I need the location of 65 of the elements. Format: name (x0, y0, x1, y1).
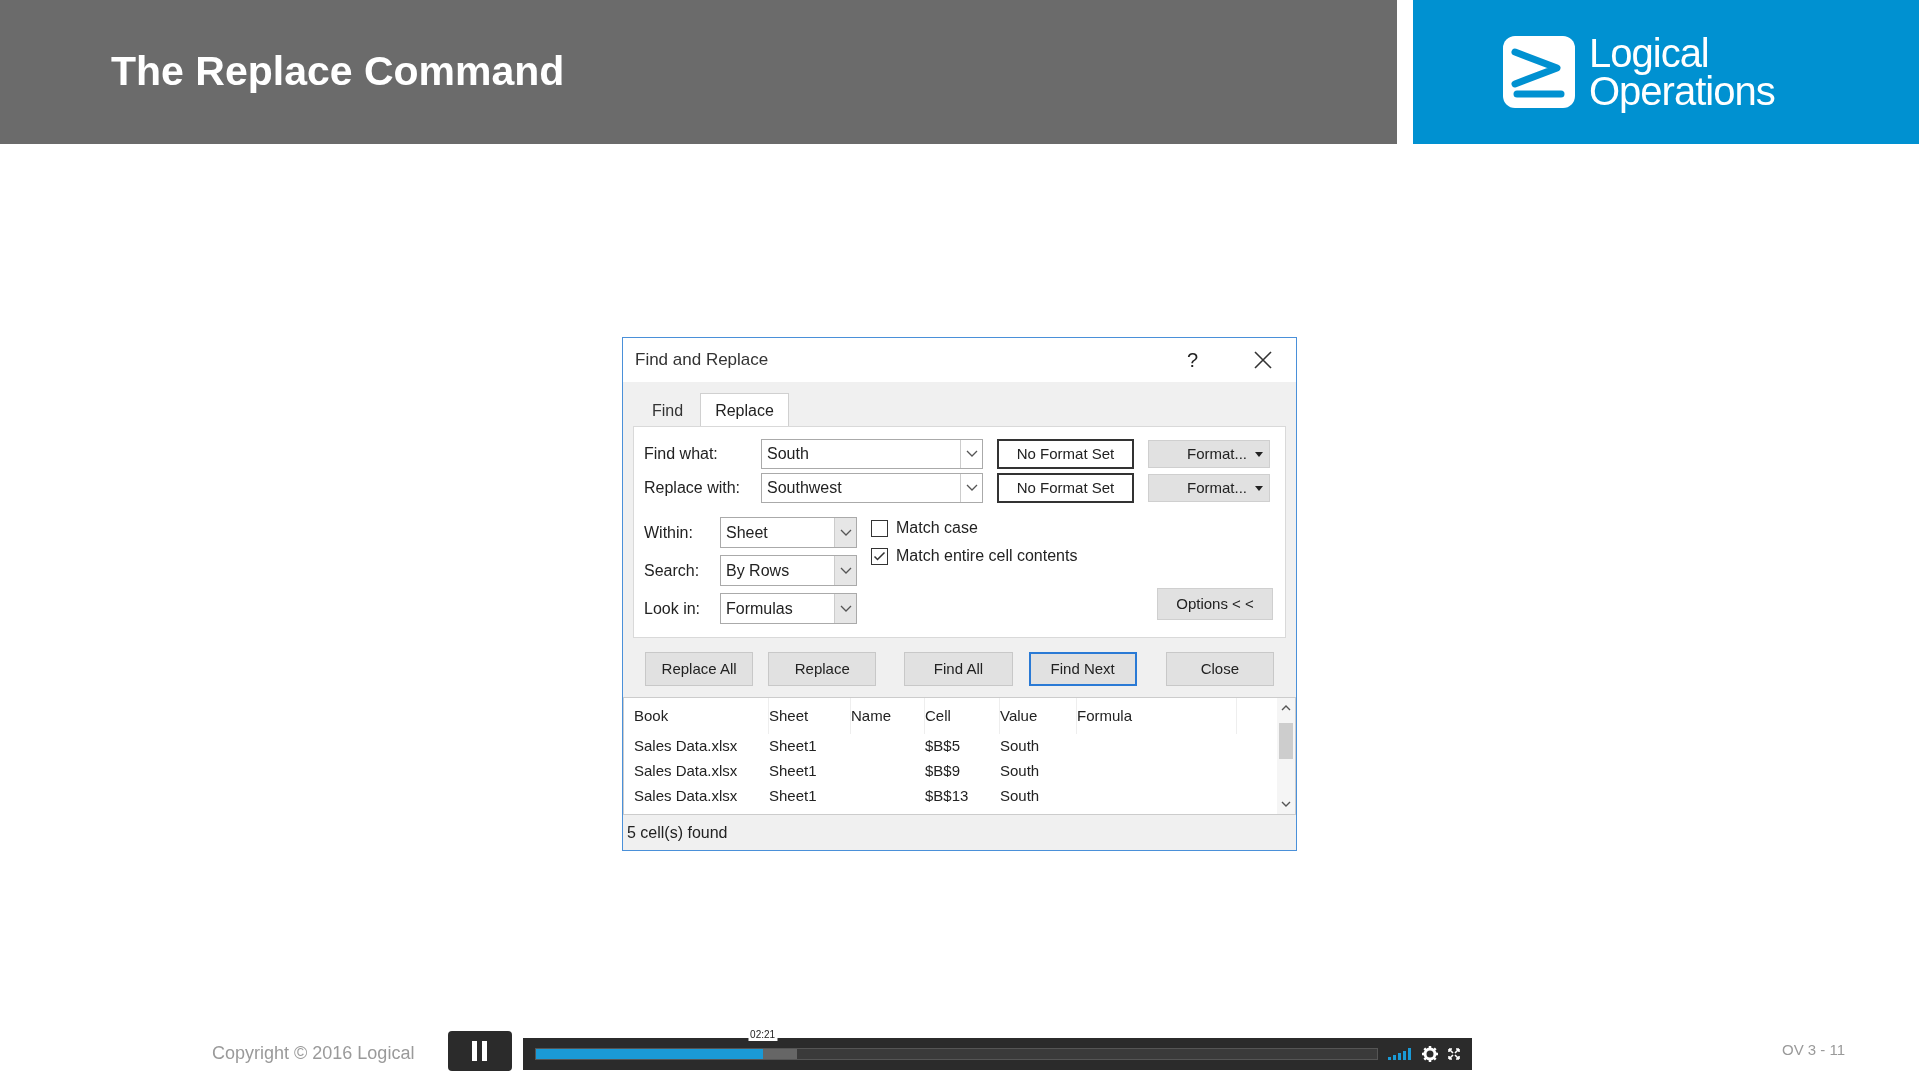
format-button[interactable]: Format... (1148, 440, 1270, 468)
pause-button[interactable] (448, 1031, 512, 1071)
tab[interactable]: Replace (700, 393, 789, 427)
fullscreen-icon[interactable] (1448, 1048, 1460, 1060)
table-cell: Sheet1 (769, 762, 817, 780)
format-button[interactable]: Format... (1148, 474, 1270, 502)
checkbox-label: Match case (896, 518, 978, 538)
table-cell: $B$5 (925, 737, 961, 755)
combo-box[interactable]: South (761, 439, 983, 469)
column-header[interactable]: Value (1000, 698, 1077, 734)
logo-icon (1501, 34, 1577, 110)
column-header[interactable]: Sheet (769, 698, 851, 734)
scroll-up-icon[interactable] (1281, 704, 1291, 711)
table-cell: $B$13 (925, 787, 969, 805)
scroll-down-icon[interactable] (1281, 801, 1291, 808)
slide-title: The Replace Command (111, 47, 565, 97)
caret-icon (1255, 451, 1263, 457)
table-cell: Sales Data.xlsx (634, 762, 738, 780)
format-status: No Format Set (997, 473, 1134, 503)
column-header[interactable]: Formula (1077, 698, 1237, 734)
help-button[interactable]: ? (1186, 345, 1198, 375)
table-cell: Sheet1 (769, 787, 817, 805)
table-cell: $B$9 (925, 762, 961, 780)
table-cell: Sales Data.xlsx (634, 737, 738, 755)
combo-box[interactable]: Southwest (761, 473, 983, 503)
volume-icon[interactable] (1388, 1048, 1412, 1060)
column-header[interactable]: Name (851, 698, 925, 734)
table-cell: Sheet1 (769, 737, 817, 755)
format-status: No Format Set (997, 439, 1134, 469)
checkbox-label: Match entire cell contents (896, 546, 1078, 566)
tab[interactable]: Find (635, 396, 701, 426)
dialog-title: Find and Replace (635, 349, 769, 372)
time-tooltip: 02:21 (748, 1029, 778, 1041)
page-number: OV 3 - 11 (1782, 1040, 1846, 1060)
field-label: Find what: (644, 444, 719, 464)
dropdown[interactable]: Formulas (720, 593, 857, 624)
copyright-text: Copyright © 2016 Logical (212, 1042, 415, 1065)
options-button[interactable]: Options < < (1157, 588, 1273, 620)
scrollbar[interactable] (1277, 698, 1295, 814)
action-button[interactable]: Replace (768, 652, 877, 686)
scroll-thumb[interactable] (1279, 723, 1293, 759)
field-label: Within: (644, 522, 694, 543)
settings-icon[interactable] (1422, 1046, 1438, 1062)
checkbox[interactable] (871, 547, 888, 565)
pause-icon (471, 1041, 489, 1061)
checkbox[interactable] (871, 519, 888, 537)
action-button[interactable]: Find All (904, 652, 1013, 686)
table-cell: Sales Data.xlsx (634, 787, 738, 805)
action-button[interactable]: Close (1165, 652, 1274, 686)
table-cell: South (1000, 787, 1040, 805)
caret-icon (1255, 485, 1263, 491)
field-label: Search: (644, 560, 701, 581)
field-label: Replace with: (644, 478, 742, 498)
table-cell: South (1000, 762, 1040, 780)
column-header[interactable]: Cell (925, 698, 1000, 734)
action-button[interactable]: Replace All (645, 652, 754, 686)
action-button[interactable]: Find Next (1028, 652, 1137, 686)
field-label: Look in: (644, 598, 702, 619)
dropdown[interactable]: Sheet (720, 517, 857, 548)
dropdown[interactable]: By Rows (720, 555, 857, 586)
status-text: 5 cell(s) found (627, 822, 728, 843)
column-header[interactable]: Book (634, 698, 769, 734)
table-cell: South (1000, 737, 1040, 755)
progress-track[interactable] (535, 1048, 1378, 1060)
close-icon[interactable] (1254, 351, 1272, 369)
